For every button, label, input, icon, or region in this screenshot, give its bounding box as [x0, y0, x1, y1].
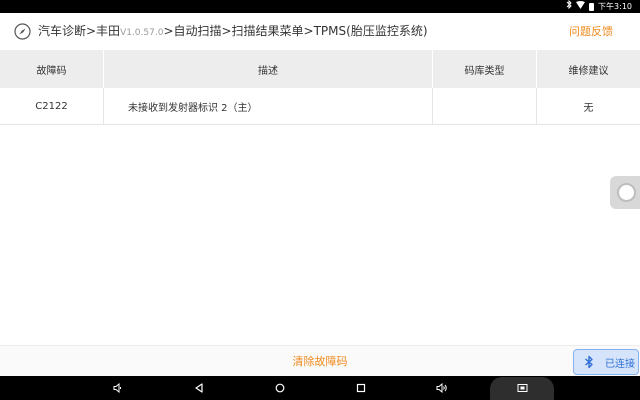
- battery-icon: [589, 2, 595, 11]
- connection-status-label: 已连接: [605, 358, 635, 370]
- back-icon[interactable]: [184, 376, 214, 400]
- status-icons: 下午3:10: [566, 0, 632, 13]
- bottom-action-bar: 清除故障码: [0, 345, 640, 376]
- cell-type: [433, 88, 537, 124]
- cell-advice: 无: [583, 102, 594, 114]
- recents-icon[interactable]: [346, 376, 376, 400]
- cell-code: C2122: [0, 88, 104, 124]
- bluetooth-icon: [585, 355, 593, 369]
- volume-up-icon[interactable]: [427, 376, 457, 400]
- version-label: V1.0.57.0: [120, 28, 164, 38]
- screenshot-icon[interactable]: [507, 376, 537, 400]
- home-icon[interactable]: [265, 376, 295, 400]
- bluetooth-icon: [566, 0, 572, 13]
- status-time: 下午3:10: [598, 2, 632, 11]
- breadcrumb-path-start: 汽车诊断>丰田: [38, 24, 121, 38]
- connection-status-button[interactable]: 已连接: [573, 349, 639, 375]
- clear-codes-button[interactable]: 清除故障码: [0, 346, 640, 377]
- breadcrumb: 汽车诊断>丰田V1.0.57.0>自动扫描>扫描结果菜单>TPMS(胎压监控系统…: [38, 13, 428, 50]
- column-header-type: 码库类型: [433, 50, 537, 88]
- feedback-button[interactable]: 问题反馈: [569, 13, 613, 50]
- title-bar: 汽车诊断>丰田V1.0.57.0>自动扫描>扫描结果菜单>TPMS(胎压监控系统…: [0, 13, 640, 50]
- table-header: 故障码 描述 码库类型 维修建议: [0, 50, 640, 88]
- floating-assistant-icon: [617, 183, 636, 202]
- table-row[interactable]: C2122 未接收到发射器标识 2（主） 无: [0, 88, 640, 125]
- column-header-advice: 维修建议: [568, 65, 609, 77]
- wifi-icon: [576, 0, 586, 13]
- column-header-code: 故障码: [0, 50, 104, 88]
- cell-description: 未接收到发射器标识 2（主）: [104, 88, 433, 124]
- compass-icon[interactable]: [14, 23, 31, 40]
- breadcrumb-path-end: >自动扫描>扫描结果菜单>TPMS(胎压监控系统): [163, 24, 428, 38]
- column-header-description: 描述: [104, 50, 433, 88]
- floating-assistant-button[interactable]: [610, 176, 640, 209]
- status-bar: 下午3:10: [0, 0, 640, 13]
- volume-down-icon[interactable]: [103, 376, 133, 400]
